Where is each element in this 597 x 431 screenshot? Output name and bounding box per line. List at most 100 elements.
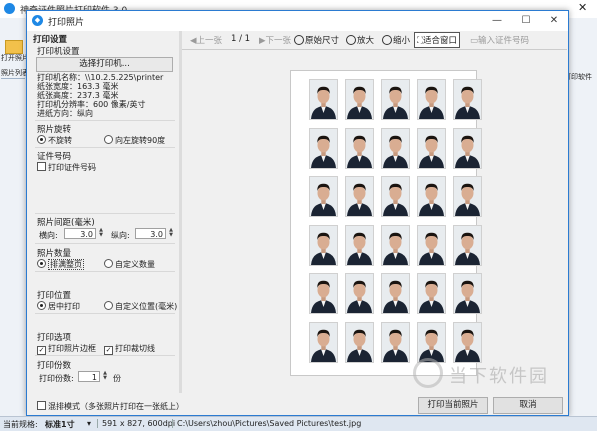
dialog-logo-icon: ◆ — [32, 15, 43, 26]
id-photo — [417, 176, 446, 217]
original-size-button[interactable]: 原始尺寸 — [294, 34, 339, 46]
position-group-title: 打印位置 — [37, 291, 72, 301]
custom-position-radio[interactable]: 自定义位置(毫米) — [104, 301, 177, 312]
id-photo — [417, 321, 446, 363]
h-spacing-stepper[interactable]: ▲ ▼ — [97, 228, 105, 239]
page-indicator: 1 / 1 — [231, 34, 251, 44]
id-group-title: 证件号码 — [37, 152, 72, 162]
image-size: 591 x 827, 600dpi — [97, 419, 175, 428]
h-spacing-label: 横向: — [39, 231, 58, 240]
zoom-in-button[interactable]: 放大 — [346, 34, 374, 46]
id-photo — [417, 127, 446, 169]
copies-stepper[interactable]: ▲ ▼ — [101, 371, 109, 382]
mixed-mode-checkbox[interactable]: 混排模式（多张照片打印在一张纸上） — [37, 401, 184, 412]
id-photo — [309, 321, 338, 363]
v-spacing-stepper[interactable]: ▲ ▼ — [167, 228, 175, 239]
id-photo — [417, 273, 446, 314]
print-current-button[interactable]: 打印当前照片 — [418, 397, 488, 414]
id-card-icon: ▭ — [470, 36, 479, 46]
status-bar: 当前规格: 标准1寸 ▾ 591 x 827, 600dpi C:\Users\… — [0, 416, 597, 431]
checkmark-icon: ✓ — [104, 346, 113, 355]
settings-panel: 打印设置 打印机设置 选择打印机... 打印机名称：\\10.2.5.225\p… — [31, 31, 180, 393]
preview-toolbar: ◀上一张 1 / 1 ▶下一张 原始尺寸 放大 缩小 ⛶适合窗口 ▭输入证件号码 — [182, 31, 567, 50]
rotation-group-title: 照片旋转 — [37, 125, 72, 135]
id-photo — [345, 127, 374, 169]
close-button[interactable]: ✕ — [543, 14, 565, 28]
radio-icon — [104, 301, 113, 310]
radio-selected-icon — [37, 301, 46, 310]
copies-unit: 份 — [113, 374, 121, 383]
next-button[interactable]: ▶下一张 — [259, 34, 291, 46]
fill-page-radio[interactable]: 排满整页 — [37, 259, 84, 270]
select-printer-button[interactable]: 选择打印机... — [36, 57, 173, 72]
id-photo — [381, 176, 410, 217]
id-photo — [381, 224, 410, 266]
id-photo — [309, 273, 338, 314]
dropdown-icon[interactable]: ▾ — [87, 419, 91, 428]
h-spacing-input[interactable]: 3.0 — [64, 228, 96, 239]
custom-count-radio[interactable]: 自定义数量 — [104, 259, 155, 270]
open-photo-button[interactable]: 打开照片 — [1, 53, 26, 63]
input-id-button[interactable]: ▭输入证件号码 — [470, 34, 529, 46]
radio-selected-icon — [37, 135, 46, 144]
dialog-bottom-bar: 混排模式（多张照片打印在一张纸上） 打印当前照片 取消 — [31, 395, 567, 414]
spec-value[interactable]: 标准1寸 — [45, 419, 75, 430]
id-photo — [345, 176, 374, 217]
dialog-title: 打印照片 — [48, 18, 85, 28]
id-photo — [453, 321, 482, 363]
preview-area — [182, 50, 567, 393]
app-logo-icon — [4, 3, 15, 14]
checkbox-icon — [37, 401, 46, 410]
radio-icon — [104, 259, 113, 268]
id-photo — [453, 224, 482, 266]
id-photo — [417, 79, 446, 120]
photo-list-label: 照片列表 — [1, 69, 26, 77]
magnifier-icon — [294, 35, 304, 45]
print-dialog: ◆ 打印照片 — ☐ ✕ 打印设置 打印机设置 选择打印机... 打印机名称：\… — [26, 10, 569, 416]
print-id-checkbox[interactable]: 打印证件号码 — [37, 162, 96, 173]
checkbox-icon — [37, 162, 46, 171]
id-photo — [345, 273, 374, 314]
app-close-icon[interactable]: ✕ — [578, 1, 587, 14]
print-cutline-checkbox[interactable]: ✓ 打印裁切线 — [104, 343, 155, 355]
fit-window-button[interactable]: ⛶适合窗口 — [414, 32, 460, 48]
folder-icon[interactable] — [5, 40, 23, 54]
checkmark-icon: ✓ — [37, 346, 46, 355]
copies-label: 打印份数: — [39, 374, 74, 383]
id-photo — [381, 321, 410, 363]
id-photo — [453, 127, 482, 169]
count-group-title: 照片数量 — [37, 249, 72, 259]
rotation-left-radio[interactable]: 向左旋转90度 — [104, 135, 165, 146]
v-spacing-label: 纵向: — [111, 231, 130, 240]
maximize-button[interactable]: ☐ — [515, 14, 537, 28]
settings-title: 打印设置 — [33, 35, 68, 45]
v-spacing-input[interactable]: 3.0 — [135, 228, 166, 239]
copies-group-title: 打印份数 — [37, 361, 72, 371]
id-photo — [453, 176, 482, 217]
rotation-none-radio[interactable]: 不旋转 — [37, 135, 72, 146]
id-photo — [309, 176, 338, 217]
file-path: C:\Users\zhou\Pictures\Saved Pictures\te… — [172, 419, 361, 428]
radio-selected-icon — [37, 259, 46, 268]
zoom-out-button[interactable]: 缩小 — [382, 34, 410, 46]
zoom-out-icon — [382, 35, 392, 45]
dialog-title-bar: ◆ 打印照片 — ☐ ✕ — [27, 11, 568, 31]
prev-button[interactable]: ◀上一张 — [190, 34, 222, 46]
zoom-in-icon — [346, 35, 356, 45]
id-photo — [381, 273, 410, 314]
app-sidebar: 打开照片 照片列表 — [0, 18, 27, 416]
paper-sheet — [290, 70, 482, 376]
id-photo — [453, 273, 482, 314]
id-photo — [417, 224, 446, 266]
id-photo — [345, 224, 374, 266]
copies-input[interactable]: 1 — [78, 371, 100, 382]
options-group-title: 打印选项 — [37, 333, 72, 343]
splitter[interactable] — [179, 31, 182, 393]
cancel-button[interactable]: 取消 — [493, 397, 563, 414]
minimize-button[interactable]: — — [486, 14, 508, 28]
id-photo — [345, 321, 374, 363]
center-print-radio[interactable]: 居中打印 — [37, 301, 80, 312]
spec-label: 当前规格: — [3, 420, 38, 429]
id-photo — [381, 79, 410, 120]
print-border-checkbox[interactable]: ✓ 打印照片边框 — [37, 343, 96, 355]
